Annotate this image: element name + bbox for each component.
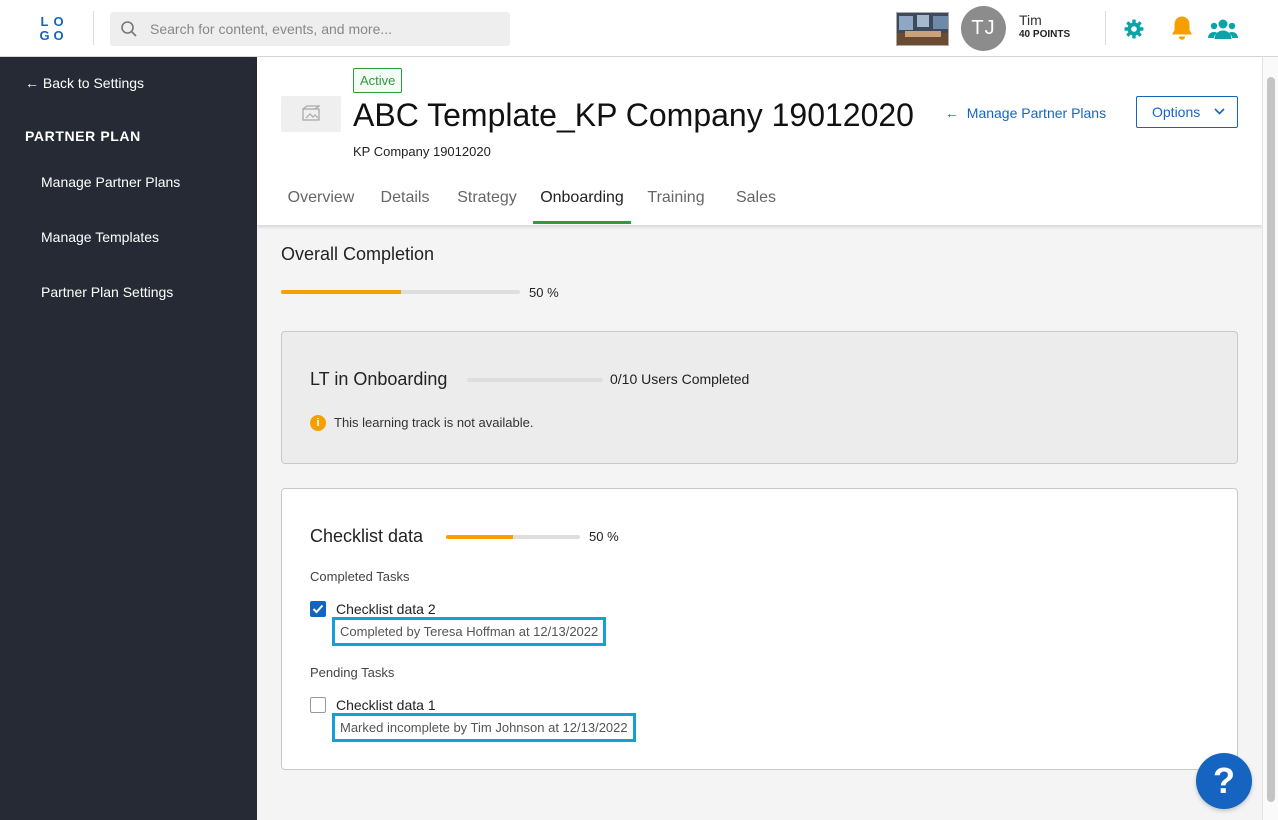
task-pending-meta: Marked incomplete by Tim Johnson at 12/1…: [332, 713, 636, 742]
scrollbar-thumb[interactable]: [1267, 77, 1275, 802]
task-checkbox-checked[interactable]: [310, 601, 326, 617]
gear-icon[interactable]: [1124, 19, 1144, 39]
tab-sales[interactable]: Sales: [729, 178, 783, 225]
learning-track-notice: This learning track is not available.: [334, 415, 534, 430]
task-completed-meta: Completed by Teresa Hoffman at 12/13/202…: [332, 617, 607, 646]
status-badge: Active: [353, 68, 403, 93]
learning-track-card: LT in Onboarding 0/10 Users Completed i …: [281, 331, 1238, 464]
options-button[interactable]: Options: [1136, 96, 1238, 128]
search-icon: [121, 21, 137, 37]
sidebar-item-manage-partner-plans[interactable]: Manage Partner Plans: [41, 174, 180, 190]
image-placeholder-icon: [302, 105, 320, 121]
sidebar-item-partner-plan-settings[interactable]: Partner Plan Settings: [41, 284, 173, 300]
info-icon: i: [310, 415, 326, 431]
task-checkbox-unchecked[interactable]: [310, 697, 326, 713]
divider: [1105, 11, 1106, 45]
scrollbar[interactable]: [1262, 57, 1278, 820]
user-name[interactable]: Tim: [1019, 12, 1042, 28]
checklist-title: Checklist data: [310, 526, 424, 546]
logo[interactable]: L O G O: [37, 15, 65, 43]
task-name: Checklist data 1: [336, 697, 436, 713]
tab-onboarding[interactable]: Onboarding: [533, 178, 631, 225]
overall-progress-fill: [281, 290, 401, 294]
plan-header: Active ABC Template_KP Company 19012020 …: [257, 57, 1262, 225]
top-bar: L O G O TJ Tim 40 POINTS: [0, 0, 1278, 57]
learning-track-title: LT in Onboarding: [310, 369, 448, 389]
chevron-down-icon: [1214, 108, 1225, 115]
learning-track-progress-bar: [467, 378, 603, 382]
divider: [93, 11, 94, 45]
arrow-left-icon: ←: [25, 75, 39, 91]
page-title: ABC Template_KP Company 19012020: [353, 97, 914, 133]
checklist-progress-fill: [446, 535, 513, 539]
search-input[interactable]: [150, 12, 500, 46]
company-name: KP Company 19012020: [353, 144, 491, 159]
back-to-settings-link[interactable]: ← Back to Settings: [25, 75, 144, 91]
users-icon[interactable]: [1208, 18, 1238, 40]
completed-tasks-label: Completed Tasks: [310, 569, 410, 584]
help-button[interactable]: ?: [1196, 753, 1252, 809]
thumbnail-image: [897, 13, 948, 45]
sidebar-heading: PARTNER PLAN: [25, 128, 141, 144]
plan-image-placeholder: [281, 96, 341, 132]
tab-details[interactable]: Details: [375, 178, 435, 225]
users-completed: 0/10 Users Completed: [610, 371, 750, 387]
arrow-left-icon: ←: [945, 105, 959, 121]
event-thumbnail[interactable]: [896, 12, 949, 46]
checklist-card: Checklist data 50 % Completed Tasks Chec…: [281, 488, 1238, 770]
checklist-percent: 50 %: [589, 529, 619, 544]
tab-training[interactable]: Training: [643, 178, 709, 225]
avatar[interactable]: TJ: [961, 6, 1006, 51]
tab-strategy[interactable]: Strategy: [453, 178, 521, 225]
manage-partner-plans-link[interactable]: ← Manage Partner Plans: [945, 105, 1106, 121]
search-bar[interactable]: [110, 12, 510, 46]
options-label: Options: [1152, 104, 1201, 120]
pending-tasks-label: Pending Tasks: [310, 665, 395, 680]
back-label: Back to Settings: [42, 75, 145, 91]
overall-percent: 50 %: [529, 285, 559, 300]
overall-progress-bar: [281, 290, 520, 294]
sidebar-item-manage-templates[interactable]: Manage Templates: [41, 229, 159, 245]
checkmark-icon: [312, 604, 324, 614]
bell-icon[interactable]: [1170, 15, 1194, 41]
manage-partner-plans-label: Manage Partner Plans: [966, 105, 1107, 121]
active-tab-indicator: [533, 221, 631, 224]
user-points: 40 POINTS: [1019, 29, 1071, 40]
checklist-progress-bar: [446, 535, 580, 539]
overall-completion-title: Overall Completion: [281, 244, 435, 264]
sidebar: ← Back to Settings PARTNER PLAN Manage P…: [0, 57, 257, 820]
task-name: Checklist data 2: [336, 601, 436, 617]
tab-overview[interactable]: Overview: [281, 178, 361, 225]
tab-bar: Overview Details Strategy Onboarding Tra…: [257, 178, 857, 225]
